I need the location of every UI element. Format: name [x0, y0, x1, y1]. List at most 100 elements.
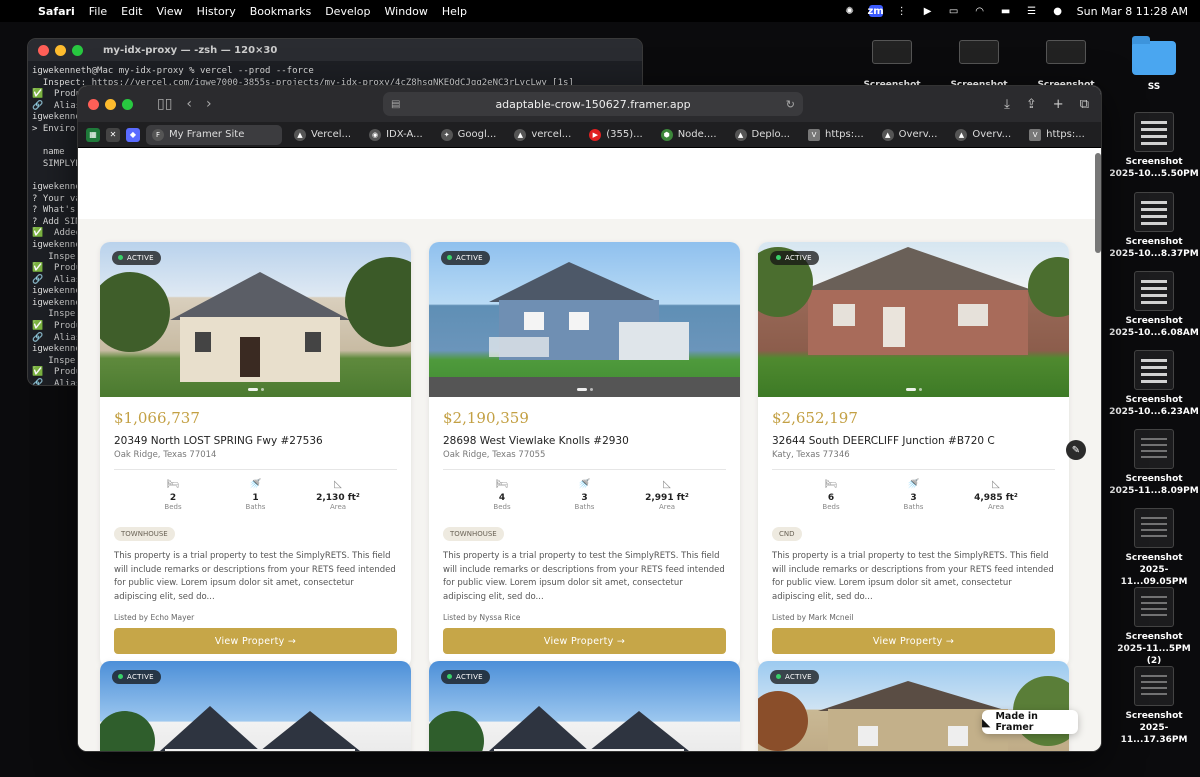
menu-bookmarks[interactable]: Bookmarks: [250, 5, 311, 18]
listing-card: ACTIVE: [429, 661, 740, 751]
menu-help[interactable]: Help: [442, 5, 467, 18]
tab-https[interactable]: Vhttps:...: [802, 125, 870, 145]
desktop-file-1[interactable]: Screenshot 2025-10...5.50PM: [1109, 112, 1199, 180]
tab-label: https:...: [825, 129, 864, 140]
listing-photo[interactable]: ACTIVE: [429, 661, 740, 751]
tab-github[interactable]: ◉ IDX-A...: [363, 125, 429, 145]
address-bar[interactable]: ▤ adaptable-crow-150627.framer.app ↻: [383, 92, 803, 116]
carousel-dots[interactable]: [576, 388, 593, 391]
control-center-icon[interactable]: ☰: [1025, 5, 1039, 17]
ruler-icon: ◺: [334, 479, 342, 490]
forward-icon[interactable]: ›: [206, 96, 212, 112]
play-icon[interactable]: ▶: [921, 5, 935, 17]
desktop-thumb-2[interactable]: [959, 40, 999, 64]
tab-vercel-2[interactable]: ▲ vercel...: [508, 125, 577, 145]
menu-history[interactable]: History: [197, 5, 236, 18]
screenshot-thumbnail-icon: [1134, 508, 1174, 548]
voice-control-icon[interactable]: ⋮: [895, 5, 909, 17]
terminal-line: igwekenneth@Mac my-idx-proxy % vercel --…: [32, 66, 314, 76]
pinned-tab-icon[interactable]: ◆: [126, 127, 140, 142]
edit-pencil-button[interactable]: ✎: [1066, 440, 1086, 460]
menu-edit[interactable]: Edit: [121, 5, 142, 18]
close-button[interactable]: [88, 98, 99, 110]
battery-icon[interactable]: ▬: [999, 5, 1013, 17]
page-header: [78, 149, 1101, 219]
listing-agent: Listed by Echo Mayer: [114, 613, 195, 622]
menu-window[interactable]: Window: [385, 5, 428, 18]
close-button[interactable]: [38, 44, 49, 56]
listing-photo[interactable]: ACTIVE: [429, 242, 740, 397]
screenshot-thumbnail-icon: [1134, 587, 1174, 627]
tab-label: vercel...: [531, 129, 572, 140]
download-icon[interactable]: ⤓: [1004, 97, 1010, 112]
tab-deploy[interactable]: ▲ Deplo...: [729, 125, 796, 145]
made-in-framer-badge[interactable]: ◣ Made in Framer: [982, 710, 1078, 734]
tab-https-2[interactable]: Vhttps:...: [1023, 125, 1091, 145]
site-icon: V: [1029, 128, 1042, 141]
reload-icon[interactable]: ↻: [786, 98, 795, 111]
bed-icon: 🛏: [824, 479, 838, 490]
listing-photo[interactable]: ACTIVE: [100, 661, 411, 751]
view-property-button[interactable]: View Property →: [114, 628, 397, 654]
tab-overview[interactable]: ▲ Overv...: [876, 125, 944, 145]
desktop-file-3[interactable]: Screenshot 2025-10...6.08AM: [1109, 271, 1199, 339]
page-viewport[interactable]: ACTIVE $1,066,737 20349 North LOST SPRIN…: [78, 149, 1101, 751]
back-icon[interactable]: ‹: [186, 96, 192, 112]
node-icon: ⬢: [660, 128, 673, 141]
menu-file[interactable]: File: [89, 5, 107, 18]
minimize-button[interactable]: [55, 44, 66, 56]
brightness-icon[interactable]: ✺: [843, 5, 857, 17]
vercel-icon: ▲: [734, 128, 747, 141]
gemini-icon: ✦: [440, 128, 453, 141]
listing-photo[interactable]: ACTIVE: [758, 242, 1069, 397]
new-tab-icon[interactable]: +: [1053, 97, 1064, 112]
zoom-button[interactable]: [72, 44, 83, 56]
page-settings-icon[interactable]: ▤: [391, 99, 400, 110]
tab-vercel[interactable]: ▲ Vercel...: [288, 125, 357, 145]
pinned-tab-icon[interactable]: ✕: [106, 127, 120, 142]
sidebar-toggle-icon[interactable]: ▯▯: [157, 96, 172, 112]
desktop-folder[interactable]: SS: [1109, 36, 1199, 93]
pinned-tab-icon[interactable]: ▦: [86, 127, 100, 142]
desktop-file-2[interactable]: Screenshot 2025-10...8.37PM: [1109, 192, 1199, 260]
desktop-file-8[interactable]: Screenshot 2025-11...17.36PM: [1109, 666, 1199, 746]
scrollbar[interactable]: [1095, 153, 1101, 253]
tab-overview-icon[interactable]: ⧉: [1080, 97, 1089, 112]
desktop-thumb-3[interactable]: [1046, 40, 1086, 64]
zoom-icon[interactable]: zm: [867, 5, 884, 17]
listing-price: $2,652,197: [772, 409, 858, 427]
menu-app-name[interactable]: Safari: [38, 5, 75, 18]
view-property-button[interactable]: View Property →: [772, 628, 1055, 654]
tab-google[interactable]: ✦ Googl...: [435, 125, 503, 145]
siri-icon[interactable]: ●: [1051, 5, 1065, 17]
tab-my-framer-site[interactable]: F My Framer Site: [146, 124, 282, 145]
file-name: Screenshot: [1125, 632, 1183, 642]
zoom-button[interactable]: [122, 98, 133, 110]
minimize-button[interactable]: [105, 98, 116, 110]
menu-develop[interactable]: Develop: [325, 5, 370, 18]
desktop-file-4[interactable]: Screenshot 2025-10...6.23AM: [1109, 350, 1199, 418]
tab-overview-2[interactable]: ▲ Overv...: [949, 125, 1017, 145]
tab-node[interactable]: ⬢ Node....: [655, 125, 723, 145]
menu-view[interactable]: View: [156, 5, 182, 18]
property-type-badge: TOWNHOUSE: [443, 527, 504, 541]
file-date: 2025-11...5PM (2): [1117, 644, 1191, 666]
area-label: Area: [329, 503, 347, 511]
wifi-icon[interactable]: ◠: [973, 5, 987, 17]
tab-youtube[interactable]: ▶ (355)...: [583, 125, 648, 145]
view-property-button[interactable]: View Property →: [443, 628, 726, 654]
vercel-icon: ▲: [955, 128, 968, 141]
desktop-thumb-1[interactable]: [872, 40, 912, 64]
carousel-dots[interactable]: [247, 388, 264, 391]
listing-photo[interactable]: ACTIVE: [758, 661, 1069, 751]
beds-value: 2: [169, 493, 177, 503]
tab-label: Node....: [677, 129, 717, 140]
desktop-file-7[interactable]: Screenshot 2025-11...5PM (2): [1109, 587, 1199, 667]
share-icon[interactable]: ⇪: [1026, 97, 1037, 112]
listing-photo[interactable]: ACTIVE: [100, 242, 411, 397]
desktop-file-6[interactable]: Screenshot 2025-11...09.05PM: [1109, 508, 1199, 588]
carousel-dots[interactable]: [905, 388, 922, 391]
desktop-file-5[interactable]: Screenshot 2025-11...8.09PM: [1109, 429, 1199, 497]
keyboard-icon[interactable]: ▭: [947, 5, 961, 17]
menu-clock[interactable]: Sun Mar 8 11:28 AM: [1077, 5, 1188, 18]
